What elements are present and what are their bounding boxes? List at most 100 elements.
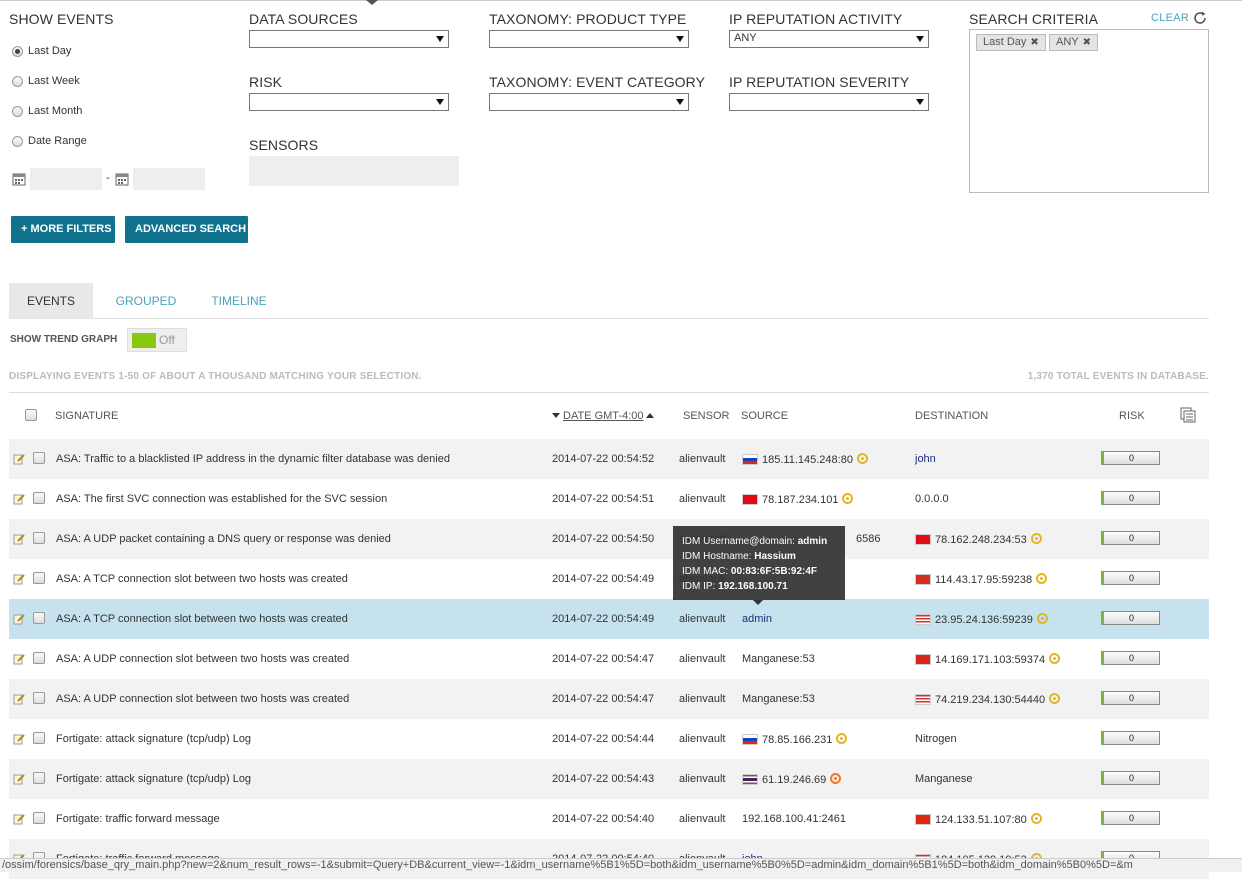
radio-last-month[interactable]: Last Month: [12, 105, 82, 117]
remove-tag-icon[interactable]: ✖: [1083, 37, 1091, 48]
row-checkbox[interactable]: [33, 772, 45, 784]
trend-graph-toggle[interactable]: Off: [127, 328, 187, 352]
date-from-input[interactable]: [30, 168, 102, 190]
reputation-icon[interactable]: [1030, 533, 1042, 544]
reputation-icon[interactable]: [1049, 693, 1061, 704]
source-cell[interactable]: 6586: [856, 533, 880, 545]
signature-cell[interactable]: ASA: A TCP connection slot between two h…: [56, 613, 348, 625]
edit-icon[interactable]: [13, 613, 25, 625]
source-value[interactable]: 78.85.166.231: [762, 734, 832, 746]
destination-cell[interactable]: Manganese: [915, 773, 973, 785]
source-value[interactable]: 185.11.145.248:80: [762, 454, 853, 466]
row-checkbox[interactable]: [33, 452, 45, 464]
signature-cell[interactable]: ASA: A TCP connection slot between two h…: [56, 573, 348, 585]
clear-link[interactable]: CLEAR: [1151, 12, 1189, 24]
calendar-icon[interactable]: [115, 172, 129, 186]
signature-cell[interactable]: ASA: Traffic to a blacklisted IP address…: [56, 453, 450, 465]
data-sources-select[interactable]: [249, 30, 449, 48]
event-category-select[interactable]: [489, 93, 689, 111]
table-row[interactable]: ASA: A UDP connection slot between two h…: [9, 679, 1209, 719]
col-date[interactable]: DATE GMT-4:00: [552, 410, 655, 422]
table-row[interactable]: ASA: Traffic to a blacklisted IP address…: [9, 439, 1209, 479]
destination-value[interactable]: 124.133.51.107:80: [935, 814, 1027, 826]
destination-cell[interactable]: 23.95.24.136:59239: [915, 613, 1048, 626]
calendar-icon[interactable]: [12, 172, 26, 186]
table-row[interactable]: ASA: A TCP connection slot between two h…: [9, 599, 1209, 639]
row-checkbox[interactable]: [33, 492, 45, 504]
signature-cell[interactable]: Fortigate: traffic forward message: [56, 813, 220, 825]
source-value[interactable]: 78.187.234.101: [762, 494, 838, 506]
col-sensor[interactable]: SENSOR: [683, 410, 729, 422]
row-checkbox[interactable]: [33, 532, 45, 544]
ip-rep-severity-select[interactable]: [729, 93, 929, 111]
destination-value[interactable]: 14.169.171.103:59374: [935, 654, 1045, 666]
signature-cell[interactable]: ASA: The first SVC connection was establ…: [56, 493, 387, 505]
col-destination[interactable]: DESTINATION: [915, 410, 988, 422]
table-row[interactable]: ASA: The first SVC connection was establ…: [9, 479, 1209, 519]
edit-icon[interactable]: [13, 733, 25, 745]
destination-cell[interactable]: 78.162.248.234:53: [915, 533, 1042, 546]
ip-rep-activity-select[interactable]: ANY: [729, 30, 929, 48]
source-cell[interactable]: 61.19.246.69: [742, 773, 842, 786]
source-cell[interactable]: 185.11.145.248:80: [742, 453, 868, 466]
destination-value[interactable]: 78.162.248.234:53: [935, 534, 1027, 546]
edit-icon[interactable]: [13, 493, 25, 505]
tab-timeline[interactable]: TIMELINE: [209, 283, 269, 319]
source-value[interactable]: Manganese:53: [742, 693, 815, 705]
more-filters-button[interactable]: + MORE FILTERS: [11, 216, 115, 243]
destination-value[interactable]: Nitrogen: [915, 733, 957, 745]
source-cell[interactable]: 78.187.234.101: [742, 493, 854, 506]
columns-icon[interactable]: [1180, 407, 1196, 423]
tab-grouped[interactable]: GROUPED: [113, 283, 179, 319]
destination-value[interactable]: 74.219.234.130:54440: [935, 694, 1045, 706]
radio-last-week[interactable]: Last Week: [12, 75, 80, 87]
reputation-icon[interactable]: [842, 493, 854, 504]
row-checkbox[interactable]: [33, 612, 45, 624]
signature-cell[interactable]: ASA: A UDP connection slot between two h…: [56, 693, 349, 705]
edit-icon[interactable]: [13, 813, 25, 825]
destination-value[interactable]: 0.0.0.0: [915, 493, 949, 505]
table-row[interactable]: Fortigate: attack signature (tcp/udp) Lo…: [9, 719, 1209, 759]
source-value[interactable]: 192.168.100.41:2461: [742, 813, 846, 825]
product-type-select[interactable]: [489, 30, 689, 48]
signature-cell[interactable]: Fortigate: attack signature (tcp/udp) Lo…: [56, 773, 251, 785]
reputation-icon[interactable]: [836, 733, 848, 744]
source-value[interactable]: admin: [742, 613, 772, 625]
radio-date-range[interactable]: Date Range: [12, 135, 87, 147]
edit-icon[interactable]: [13, 453, 25, 465]
signature-cell[interactable]: ASA: A UDP connection slot between two h…: [56, 653, 349, 665]
refresh-icon[interactable]: [1192, 10, 1208, 26]
table-row[interactable]: ASA: A UDP connection slot between two h…: [9, 639, 1209, 679]
tab-events[interactable]: EVENTS: [9, 283, 93, 319]
destination-value[interactable]: Manganese: [915, 773, 973, 785]
destination-value[interactable]: 23.95.24.136:59239: [935, 614, 1033, 626]
reputation-icon[interactable]: [1036, 613, 1048, 624]
edit-icon[interactable]: [13, 773, 25, 785]
reputation-icon[interactable]: [830, 773, 842, 784]
reputation-icon[interactable]: [856, 453, 868, 464]
destination-cell[interactable]: 114.43.17.95:59238: [915, 573, 1048, 586]
destination-cell[interactable]: 124.133.51.107:80: [915, 813, 1042, 826]
risk-select[interactable]: [249, 93, 449, 111]
destination-cell[interactable]: Nitrogen: [915, 733, 957, 745]
row-checkbox[interactable]: [33, 652, 45, 664]
radio-last-day[interactable]: Last Day: [12, 45, 71, 57]
table-row[interactable]: Fortigate: attack signature (tcp/udp) Lo…: [9, 759, 1209, 799]
destination-cell[interactable]: john: [915, 453, 936, 465]
destination-cell[interactable]: 0.0.0.0: [915, 493, 949, 505]
reputation-icon[interactable]: [1030, 813, 1042, 824]
sort-asc-icon[interactable]: [646, 413, 655, 418]
col-risk[interactable]: RISK: [1119, 410, 1145, 422]
sensors-input[interactable]: [249, 156, 459, 186]
destination-cell[interactable]: 74.219.234.130:54440: [915, 693, 1061, 706]
source-cell[interactable]: 78.85.166.231: [742, 733, 848, 746]
source-value[interactable]: 6586: [856, 533, 880, 545]
source-value[interactable]: Manganese:53: [742, 653, 815, 665]
source-cell[interactable]: Manganese:53: [742, 653, 815, 665]
row-checkbox[interactable]: [33, 812, 45, 824]
edit-icon[interactable]: [13, 693, 25, 705]
source-cell[interactable]: 192.168.100.41:2461: [742, 813, 846, 825]
row-checkbox[interactable]: [33, 572, 45, 584]
select-all-checkbox[interactable]: [25, 409, 37, 421]
source-cell[interactable]: admin: [742, 613, 772, 625]
